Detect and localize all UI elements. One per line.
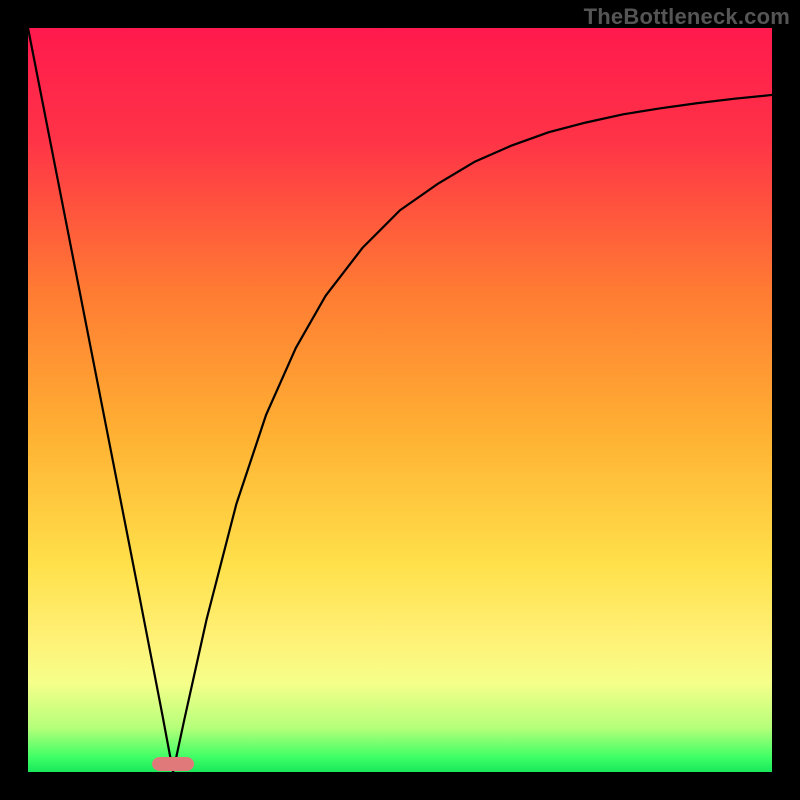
optimal-marker	[152, 757, 194, 771]
bottleneck-chart-svg	[0, 0, 800, 800]
watermark-text: TheBottleneck.com	[584, 4, 790, 30]
chart-frame: TheBottleneck.com	[0, 0, 800, 800]
gradient-plot-area	[28, 28, 772, 772]
